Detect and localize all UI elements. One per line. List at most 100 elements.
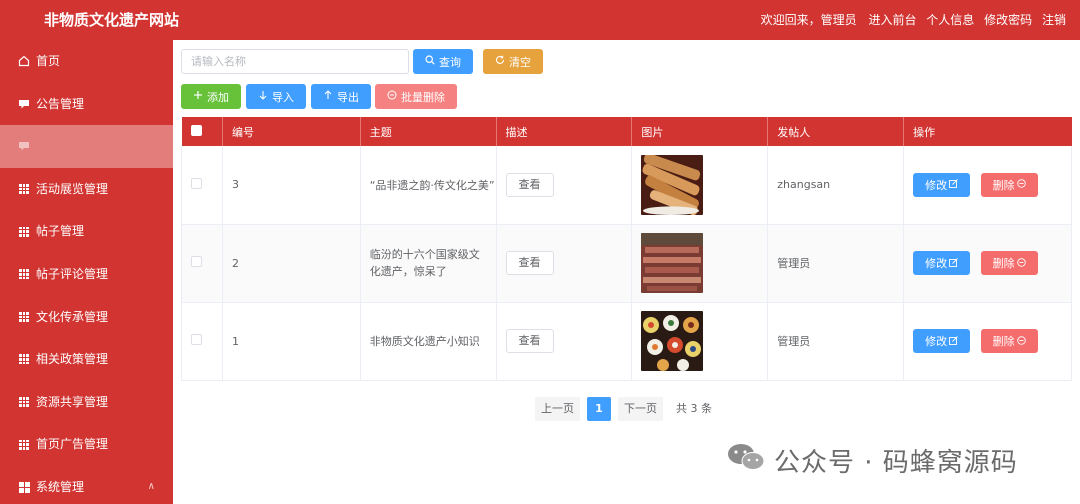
poster-cell: zhangsan bbox=[767, 146, 905, 225]
sidebar-item-post-comments[interactable]: 帖子评论管理 bbox=[0, 253, 173, 296]
row-select-cell bbox=[181, 224, 223, 303]
edit-icon bbox=[949, 178, 958, 191]
search-input[interactable] bbox=[181, 49, 409, 74]
row-checkbox[interactable] bbox=[191, 334, 202, 345]
sidebar-item-home[interactable]: 首页 bbox=[0, 40, 173, 83]
description-cell: 查看 bbox=[496, 302, 633, 381]
sidebar-item-notice[interactable]: 公告管理 bbox=[0, 83, 173, 126]
topic-cell: 临汾的十六个国家级文化遗产，惊呆了 bbox=[360, 224, 497, 303]
row-select-cell bbox=[181, 146, 223, 225]
column-header: 主题 bbox=[360, 117, 497, 146]
chat-icon bbox=[18, 125, 30, 168]
grid-icon bbox=[18, 210, 30, 253]
crowd-image bbox=[641, 233, 704, 293]
add-button[interactable]: 添加 bbox=[181, 84, 241, 109]
edit-button[interactable]: 修改 bbox=[913, 251, 971, 275]
change-password-link[interactable]: 修改密码 bbox=[984, 13, 1032, 27]
header-links: 欢迎回来，管理员 进入前台 个人信息 修改密码 注销 bbox=[761, 0, 1066, 40]
search-icon bbox=[425, 55, 435, 68]
image-cell bbox=[631, 224, 769, 303]
welcome-text: 欢迎回来，管理员 bbox=[760, 13, 857, 27]
export-button[interactable]: 导出 bbox=[311, 84, 371, 109]
sidebar-item-culture[interactable]: 文化传承管理 bbox=[0, 296, 173, 339]
sidebar-item-posts[interactable]: 帖子管理 bbox=[0, 210, 173, 253]
actions-cell: 修改 删除 bbox=[903, 302, 1072, 381]
profile-link[interactable]: 个人信息 bbox=[926, 13, 974, 27]
reset-button[interactable]: 清空 bbox=[483, 49, 543, 74]
sidebar-item-system[interactable]: 系统管理 ∧ bbox=[0, 466, 173, 504]
view-button[interactable]: 查看 bbox=[505, 251, 554, 275]
delete-label: 删除 bbox=[992, 257, 1015, 270]
sidebar: 首页 公告管理 活动展览管理 帖子管理 帖子评论管理 文化传承管理 相关政策管理… bbox=[0, 40, 173, 504]
query-label: 查询 bbox=[439, 55, 461, 69]
sidebar-item-label: 活动展览管理 bbox=[36, 181, 109, 196]
watermark: 公众号 · 码蜂窝源码 bbox=[726, 442, 1018, 478]
edit-label: 修改 bbox=[925, 178, 948, 192]
chat-icon bbox=[18, 83, 30, 126]
sidebar-item-active[interactable] bbox=[0, 125, 173, 168]
description-cell: 查看 bbox=[496, 146, 633, 225]
sidebar-item-label: 公告管理 bbox=[36, 96, 85, 111]
reset-label: 清空 bbox=[509, 55, 531, 69]
logout-link[interactable]: 注销 bbox=[1042, 13, 1066, 27]
sidebar-item-resources[interactable]: 资源共享管理 bbox=[0, 381, 173, 424]
poster-cell: 管理员 bbox=[767, 224, 905, 303]
top-bar: 非物质文化遗产网站 欢迎回来，管理员 进入前台 个人信息 修改密码 注销 bbox=[0, 0, 1080, 40]
batch-delete-button[interactable]: 批量删除 bbox=[375, 84, 457, 109]
delete-label: 删除 bbox=[992, 178, 1015, 192]
id-cell: 1 bbox=[222, 302, 361, 381]
sidebar-item-activity[interactable]: 活动展览管理 bbox=[0, 168, 173, 211]
minus-circle-icon bbox=[1016, 257, 1026, 270]
topic-cell: “品非遗之韵·传文化之美” bbox=[360, 146, 497, 225]
view-button[interactable]: 查看 bbox=[505, 329, 554, 353]
export-label: 导出 bbox=[337, 90, 359, 104]
grid-icon bbox=[18, 253, 30, 296]
id-cell: 3 bbox=[222, 146, 361, 225]
grid-icon bbox=[18, 381, 30, 424]
edit-icon bbox=[949, 335, 958, 348]
grid4-icon bbox=[18, 466, 30, 504]
import-button[interactable]: 导入 bbox=[246, 84, 306, 109]
select-all-cell bbox=[181, 117, 223, 146]
edit-button[interactable]: 修改 bbox=[913, 172, 971, 197]
delete-button[interactable]: 删除 bbox=[980, 172, 1038, 197]
sidebar-item-policy[interactable]: 相关政策管理 bbox=[0, 338, 173, 381]
table-row: 3 “品非遗之韵·传文化之美” 查看 zhangsan 修改 删除 bbox=[181, 146, 1072, 225]
id-cell: 2 bbox=[222, 224, 361, 303]
sidebar-item-label: 帖子管理 bbox=[36, 224, 85, 239]
food-rolls-image bbox=[641, 154, 704, 215]
sidebar-item-label: 系统管理 bbox=[36, 479, 85, 494]
edit-label: 修改 bbox=[925, 335, 948, 348]
next-page-button[interactable]: 下一页 bbox=[618, 397, 663, 421]
image-cell bbox=[631, 302, 769, 381]
row-checkbox[interactable] bbox=[191, 256, 202, 267]
sidebar-item-label: 资源共享管理 bbox=[36, 394, 109, 409]
batch-delete-label: 批量删除 bbox=[401, 90, 445, 104]
grid-icon bbox=[18, 423, 30, 466]
add-label: 添加 bbox=[207, 90, 229, 104]
table-row: 2 临汾的十六个国家级文化遗产，惊呆了 查看 管理员 修改 删除 bbox=[181, 224, 1072, 303]
enter-frontend-link[interactable]: 进入前台 bbox=[868, 13, 916, 27]
sidebar-item-ads[interactable]: 首页广告管理 bbox=[0, 423, 173, 466]
view-button[interactable]: 查看 bbox=[505, 172, 554, 197]
query-button[interactable]: 查询 bbox=[413, 49, 473, 74]
description-cell: 查看 bbox=[496, 224, 633, 303]
actions-cell: 修改 删除 bbox=[903, 224, 1072, 303]
column-header: 编号 bbox=[222, 117, 361, 146]
select-all-checkbox[interactable] bbox=[190, 124, 202, 136]
plus-icon bbox=[193, 90, 203, 103]
sidebar-item-label: 相关政策管理 bbox=[36, 352, 109, 367]
table-row: 1 非物质文化遗产小知识 查看 管理员 修改 删除 bbox=[181, 302, 1072, 381]
refresh-icon bbox=[495, 55, 505, 68]
watermark-text: 公众号 · 码蜂窝源码 bbox=[774, 447, 1018, 478]
delete-button[interactable]: 删除 bbox=[980, 251, 1038, 275]
delete-button[interactable]: 删除 bbox=[980, 329, 1038, 353]
edit-button[interactable]: 修改 bbox=[913, 329, 971, 353]
row-checkbox[interactable] bbox=[191, 177, 202, 189]
page-1-button[interactable]: 1 bbox=[587, 397, 611, 421]
arrow-down-icon bbox=[258, 90, 268, 103]
prev-page-button[interactable]: 上一页 bbox=[535, 397, 580, 421]
topic-cell: 非物质文化遗产小知识 bbox=[360, 302, 497, 381]
home-icon bbox=[18, 40, 30, 83]
main-content: 查询 清空 添加 导入 导出 批量删除 编号 bbox=[173, 40, 1080, 504]
